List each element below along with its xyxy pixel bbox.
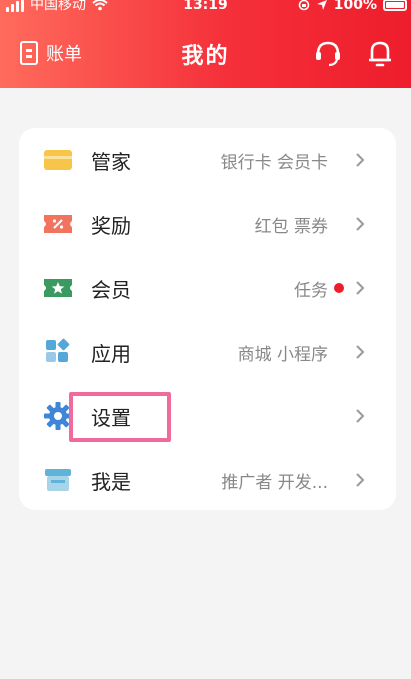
menu-hint: 任务 (294, 280, 328, 301)
apps-grid-icon (43, 337, 73, 367)
chevron-right-icon (356, 473, 365, 487)
chevron-right-icon (356, 217, 365, 231)
menu-item-rewards[interactable]: 奖励 红包 票券 (19, 192, 396, 256)
menu-hint: 银行卡 会员卡 (220, 152, 328, 173)
menu-label: 奖励 (91, 213, 131, 238)
battery-icon (383, 0, 407, 11)
menu-label: 我是 (91, 469, 131, 494)
status-bar: 中国移动 13:19 100% (0, 0, 411, 16)
menu-hint: 商城 小程序 (237, 344, 328, 365)
star-ticket-icon (43, 273, 73, 303)
chevron-right-icon (356, 345, 365, 359)
menu-label: 应用 (91, 341, 131, 366)
nav-bar: 账单 我的 (0, 30, 411, 78)
battery-percent: 100% (333, 0, 377, 13)
chevron-right-icon (356, 281, 365, 295)
menu-hint: 推广者 开发... (221, 472, 328, 493)
settings-highlight-box (69, 392, 171, 442)
menu-item-butler[interactable]: 管家 银行卡 会员卡 (19, 128, 396, 192)
chevron-right-icon (356, 409, 365, 423)
location-icon (316, 0, 327, 10)
menu-hint: 红包 票券 (254, 216, 328, 237)
store-icon (43, 465, 73, 495)
customer-service-icon[interactable] (313, 38, 343, 68)
bell-icon[interactable] (367, 38, 393, 68)
notification-badge (334, 283, 344, 293)
menu-label: 管家 (91, 149, 131, 174)
coupon-icon (43, 209, 73, 239)
chevron-right-icon (356, 153, 365, 167)
card-icon (43, 145, 73, 175)
menu-item-iam[interactable]: 我是 推广者 开发... (19, 448, 396, 512)
menu-item-member[interactable]: 会员 任务 (19, 256, 396, 320)
menu-item-apps[interactable]: 应用 商城 小程序 (19, 320, 396, 384)
rotation-lock-icon (298, 0, 310, 11)
header-bar: 中国移动 13:19 100% 账单 我的 (0, 0, 411, 88)
menu-label: 会员 (91, 277, 131, 302)
menu-card: 管家 银行卡 会员卡 奖励 红包 票券 会员 任务 应用 商城 小程序 设置 我… (19, 128, 396, 510)
